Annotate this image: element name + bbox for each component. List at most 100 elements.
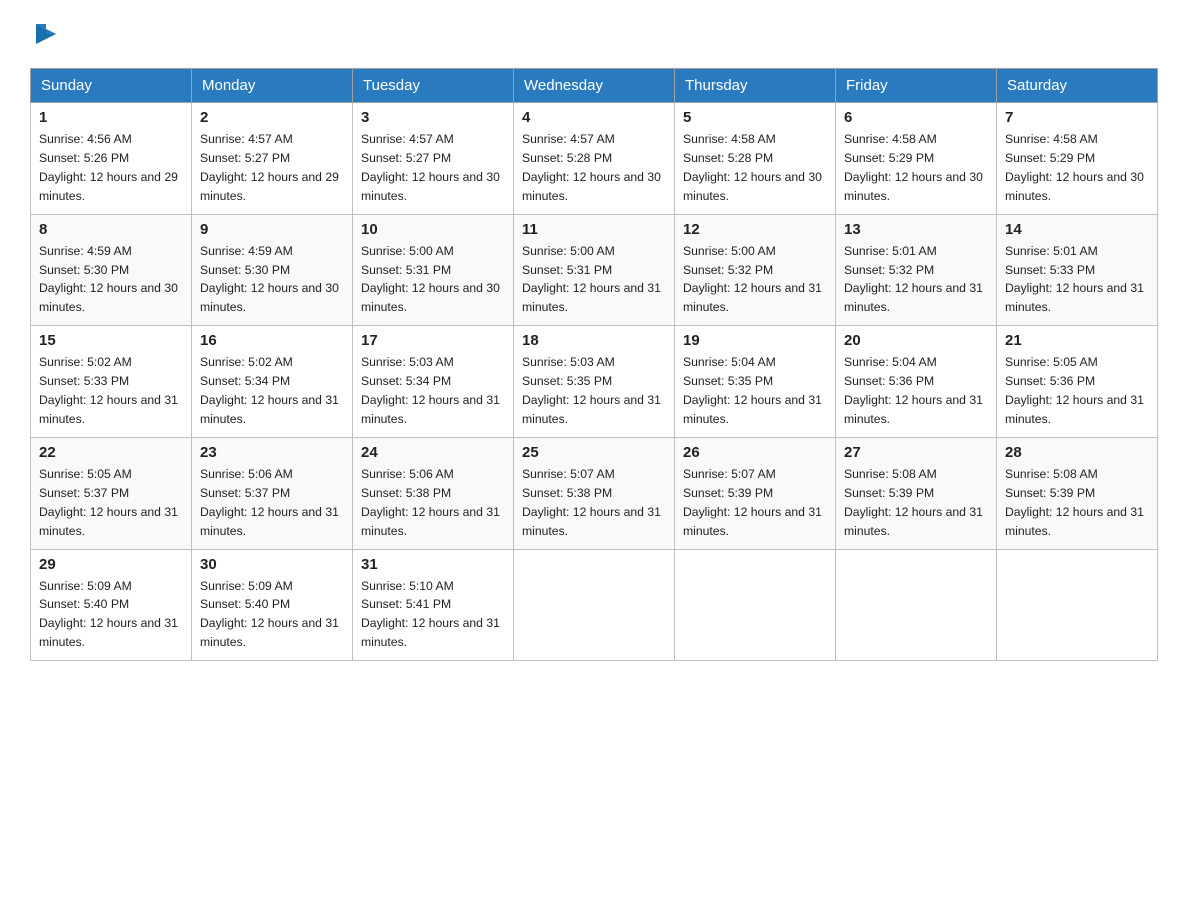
calendar-day-cell: 13 Sunrise: 5:01 AMSunset: 5:32 PMDaylig… [836, 214, 997, 326]
calendar-week-row: 22 Sunrise: 5:05 AMSunset: 5:37 PMDaylig… [31, 437, 1158, 549]
page-header [30, 20, 1158, 48]
calendar-day-cell: 29 Sunrise: 5:09 AMSunset: 5:40 PMDaylig… [31, 549, 192, 661]
day-of-week-header: Monday [192, 69, 353, 103]
calendar-day-cell: 8 Sunrise: 4:59 AMSunset: 5:30 PMDayligh… [31, 214, 192, 326]
day-info: Sunrise: 5:03 AMSunset: 5:34 PMDaylight:… [361, 353, 505, 429]
day-info: Sunrise: 4:57 AMSunset: 5:28 PMDaylight:… [522, 130, 666, 206]
day-of-week-header: Friday [836, 69, 997, 103]
day-of-week-header: Saturday [997, 69, 1158, 103]
day-of-week-header: Wednesday [514, 69, 675, 103]
calendar-week-row: 29 Sunrise: 5:09 AMSunset: 5:40 PMDaylig… [31, 549, 1158, 661]
calendar-day-cell: 5 Sunrise: 4:58 AMSunset: 5:28 PMDayligh… [675, 103, 836, 215]
day-info: Sunrise: 4:58 AMSunset: 5:29 PMDaylight:… [1005, 130, 1149, 206]
calendar-day-cell: 15 Sunrise: 5:02 AMSunset: 5:33 PMDaylig… [31, 326, 192, 438]
calendar-day-cell: 7 Sunrise: 4:58 AMSunset: 5:29 PMDayligh… [997, 103, 1158, 215]
day-number: 30 [200, 556, 344, 573]
day-number: 16 [200, 332, 344, 349]
calendar-day-cell: 9 Sunrise: 4:59 AMSunset: 5:30 PMDayligh… [192, 214, 353, 326]
day-info: Sunrise: 5:06 AMSunset: 5:38 PMDaylight:… [361, 465, 505, 541]
calendar-day-cell: 25 Sunrise: 5:07 AMSunset: 5:38 PMDaylig… [514, 437, 675, 549]
day-info: Sunrise: 5:10 AMSunset: 5:41 PMDaylight:… [361, 577, 505, 653]
calendar-day-cell: 22 Sunrise: 5:05 AMSunset: 5:37 PMDaylig… [31, 437, 192, 549]
day-number: 15 [39, 332, 183, 349]
day-info: Sunrise: 5:02 AMSunset: 5:33 PMDaylight:… [39, 353, 183, 429]
day-info: Sunrise: 5:03 AMSunset: 5:35 PMDaylight:… [522, 353, 666, 429]
day-number: 28 [1005, 444, 1149, 461]
day-number: 29 [39, 556, 183, 573]
calendar-day-cell: 19 Sunrise: 5:04 AMSunset: 5:35 PMDaylig… [675, 326, 836, 438]
day-info: Sunrise: 5:00 AMSunset: 5:31 PMDaylight:… [361, 242, 505, 318]
calendar-day-cell: 4 Sunrise: 4:57 AMSunset: 5:28 PMDayligh… [514, 103, 675, 215]
day-number: 18 [522, 332, 666, 349]
day-of-week-header: Thursday [675, 69, 836, 103]
day-info: Sunrise: 5:04 AMSunset: 5:35 PMDaylight:… [683, 353, 827, 429]
day-number: 23 [200, 444, 344, 461]
calendar-week-row: 8 Sunrise: 4:59 AMSunset: 5:30 PMDayligh… [31, 214, 1158, 326]
day-number: 7 [1005, 109, 1149, 126]
calendar-day-cell: 10 Sunrise: 5:00 AMSunset: 5:31 PMDaylig… [353, 214, 514, 326]
day-number: 25 [522, 444, 666, 461]
calendar-day-cell: 20 Sunrise: 5:04 AMSunset: 5:36 PMDaylig… [836, 326, 997, 438]
day-info: Sunrise: 4:59 AMSunset: 5:30 PMDaylight:… [200, 242, 344, 318]
day-number: 13 [844, 221, 988, 238]
calendar-day-cell: 30 Sunrise: 5:09 AMSunset: 5:40 PMDaylig… [192, 549, 353, 661]
day-of-week-header: Tuesday [353, 69, 514, 103]
calendar-day-cell [514, 549, 675, 661]
day-number: 1 [39, 109, 183, 126]
day-number: 17 [361, 332, 505, 349]
calendar-day-cell: 1 Sunrise: 4:56 AMSunset: 5:26 PMDayligh… [31, 103, 192, 215]
day-info: Sunrise: 5:05 AMSunset: 5:36 PMDaylight:… [1005, 353, 1149, 429]
day-info: Sunrise: 5:08 AMSunset: 5:39 PMDaylight:… [844, 465, 988, 541]
logo-flag-icon [32, 20, 60, 48]
day-info: Sunrise: 5:09 AMSunset: 5:40 PMDaylight:… [39, 577, 183, 653]
day-number: 9 [200, 221, 344, 238]
day-info: Sunrise: 5:01 AMSunset: 5:32 PMDaylight:… [844, 242, 988, 318]
day-of-week-header: Sunday [31, 69, 192, 103]
day-info: Sunrise: 4:57 AMSunset: 5:27 PMDaylight:… [200, 130, 344, 206]
day-info: Sunrise: 5:01 AMSunset: 5:33 PMDaylight:… [1005, 242, 1149, 318]
day-number: 22 [39, 444, 183, 461]
day-number: 11 [522, 221, 666, 238]
calendar-day-cell: 26 Sunrise: 5:07 AMSunset: 5:39 PMDaylig… [675, 437, 836, 549]
day-info: Sunrise: 4:58 AMSunset: 5:28 PMDaylight:… [683, 130, 827, 206]
day-info: Sunrise: 5:00 AMSunset: 5:32 PMDaylight:… [683, 242, 827, 318]
day-number: 20 [844, 332, 988, 349]
calendar-day-cell: 11 Sunrise: 5:00 AMSunset: 5:31 PMDaylig… [514, 214, 675, 326]
day-number: 8 [39, 221, 183, 238]
calendar-day-cell: 18 Sunrise: 5:03 AMSunset: 5:35 PMDaylig… [514, 326, 675, 438]
calendar-day-cell [997, 549, 1158, 661]
day-number: 27 [844, 444, 988, 461]
day-number: 5 [683, 109, 827, 126]
calendar-week-row: 15 Sunrise: 5:02 AMSunset: 5:33 PMDaylig… [31, 326, 1158, 438]
day-info: Sunrise: 5:02 AMSunset: 5:34 PMDaylight:… [200, 353, 344, 429]
day-number: 3 [361, 109, 505, 126]
day-number: 31 [361, 556, 505, 573]
calendar-day-cell: 31 Sunrise: 5:10 AMSunset: 5:41 PMDaylig… [353, 549, 514, 661]
day-number: 6 [844, 109, 988, 126]
calendar-week-row: 1 Sunrise: 4:56 AMSunset: 5:26 PMDayligh… [31, 103, 1158, 215]
day-number: 10 [361, 221, 505, 238]
day-info: Sunrise: 4:59 AMSunset: 5:30 PMDaylight:… [39, 242, 183, 318]
calendar-day-cell: 16 Sunrise: 5:02 AMSunset: 5:34 PMDaylig… [192, 326, 353, 438]
day-info: Sunrise: 5:06 AMSunset: 5:37 PMDaylight:… [200, 465, 344, 541]
day-info: Sunrise: 5:08 AMSunset: 5:39 PMDaylight:… [1005, 465, 1149, 541]
day-info: Sunrise: 4:57 AMSunset: 5:27 PMDaylight:… [361, 130, 505, 206]
day-number: 2 [200, 109, 344, 126]
day-info: Sunrise: 4:58 AMSunset: 5:29 PMDaylight:… [844, 130, 988, 206]
day-number: 4 [522, 109, 666, 126]
calendar-day-cell [836, 549, 997, 661]
day-number: 19 [683, 332, 827, 349]
day-number: 26 [683, 444, 827, 461]
calendar-table: SundayMondayTuesdayWednesdayThursdayFrid… [30, 68, 1158, 661]
day-number: 14 [1005, 221, 1149, 238]
day-info: Sunrise: 5:00 AMSunset: 5:31 PMDaylight:… [522, 242, 666, 318]
day-number: 12 [683, 221, 827, 238]
calendar-day-cell: 14 Sunrise: 5:01 AMSunset: 5:33 PMDaylig… [997, 214, 1158, 326]
day-info: Sunrise: 5:05 AMSunset: 5:37 PMDaylight:… [39, 465, 183, 541]
calendar-day-cell: 24 Sunrise: 5:06 AMSunset: 5:38 PMDaylig… [353, 437, 514, 549]
calendar-day-cell: 2 Sunrise: 4:57 AMSunset: 5:27 PMDayligh… [192, 103, 353, 215]
calendar-day-cell: 6 Sunrise: 4:58 AMSunset: 5:29 PMDayligh… [836, 103, 997, 215]
day-info: Sunrise: 4:56 AMSunset: 5:26 PMDaylight:… [39, 130, 183, 206]
calendar-day-cell [675, 549, 836, 661]
day-number: 21 [1005, 332, 1149, 349]
